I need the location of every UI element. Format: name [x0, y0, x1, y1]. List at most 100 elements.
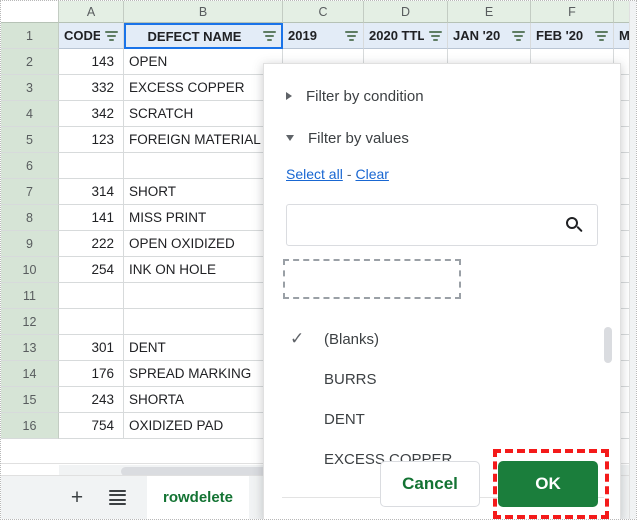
filter-value-label: BURRS — [324, 371, 377, 388]
column-header-f[interactable]: F — [531, 1, 614, 23]
header-label-code: CODE — [64, 28, 100, 43]
cell-defect-name[interactable]: SHORTA — [124, 387, 283, 413]
row-header-9[interactable]: 9 — [1, 231, 59, 257]
search-icon[interactable] — [566, 217, 583, 234]
cell-code[interactable]: 123 — [59, 127, 124, 153]
header-label-defect-name: DEFECT NAME — [131, 29, 258, 44]
cell-defect-name[interactable]: DENT — [124, 335, 283, 361]
cell-defect-name[interactable]: MISS PRINT — [124, 205, 283, 231]
filter-value-label: DENT — [324, 411, 365, 428]
filter-dropdown-panel: Filter by condition Filter by values Sel… — [263, 63, 621, 520]
cell-defect-name[interactable]: OXIDIZED PAD — [124, 413, 283, 439]
header-cell-feb-20[interactable]: FEB '20 — [531, 23, 614, 49]
row-header-3[interactable]: 3 — [1, 75, 59, 101]
sheet-tab-rowdelete[interactable]: rowdelete — [147, 476, 249, 520]
all-sheets-button[interactable] — [97, 478, 137, 518]
select-all-corner[interactable] — [1, 1, 59, 23]
cell-code[interactable]: 141 — [59, 205, 124, 231]
row-header-12[interactable]: 12 — [1, 309, 59, 335]
cancel-button[interactable]: Cancel — [380, 461, 480, 507]
select-all-clear-links: Select all-Clear — [264, 156, 620, 182]
row-header-7[interactable]: 7 — [1, 179, 59, 205]
triangle-down-icon — [286, 135, 294, 141]
header-cell-code[interactable]: CODE — [59, 23, 124, 49]
cell-code[interactable]: 143 — [59, 49, 124, 75]
filter-icon-feb-20[interactable] — [595, 30, 608, 42]
cell-defect-name[interactable]: SHORT — [124, 179, 283, 205]
header-label-2020-ttl: 2020 TTL — [369, 28, 424, 43]
cell-defect-name[interactable]: OPEN OXIDIZED — [124, 231, 283, 257]
select-all-link[interactable]: Select all — [286, 166, 343, 182]
links-separator: - — [347, 166, 352, 182]
column-header-c[interactable]: C — [283, 1, 364, 23]
cell-code[interactable] — [59, 309, 124, 335]
cell-code[interactable]: 176 — [59, 361, 124, 387]
clear-link[interactable]: Clear — [355, 166, 388, 182]
row-header-1[interactable]: 1 — [1, 23, 59, 49]
row-header-8[interactable]: 8 — [1, 205, 59, 231]
header-label-2019: 2019 — [288, 28, 340, 43]
row-header-10[interactable]: 10 — [1, 257, 59, 283]
column-header-e[interactable]: E — [448, 1, 531, 23]
header-cell-jan-20[interactable]: JAN '20 — [448, 23, 531, 49]
column-header-row: A B C D E F — [1, 1, 637, 23]
triangle-right-icon — [286, 92, 292, 100]
cell-defect-name[interactable] — [124, 153, 283, 179]
row-header-6[interactable]: 6 — [1, 153, 59, 179]
filter-icon-2019[interactable] — [345, 30, 358, 42]
filter-icon-defect-name[interactable] — [263, 30, 276, 42]
column-header-b[interactable]: B — [124, 1, 283, 23]
cell-defect-name[interactable] — [124, 309, 283, 335]
cell-code[interactable]: 754 — [59, 413, 124, 439]
right-edge-band — [629, 1, 636, 520]
filter-icon-jan-20[interactable] — [512, 30, 525, 42]
header-cell-defect-name[interactable]: DEFECT NAME — [124, 23, 283, 49]
cell-code[interactable]: 243 — [59, 387, 124, 413]
hamburger-icon — [109, 487, 126, 508]
cell-defect-name[interactable]: SCRATCH — [124, 101, 283, 127]
cell-code[interactable] — [59, 283, 124, 309]
cell-defect-name[interactable]: FOREIGN MATERIAL — [124, 127, 283, 153]
cell-code[interactable]: 222 — [59, 231, 124, 257]
filter-by-condition-label: Filter by condition — [306, 88, 424, 105]
cell-defect-name[interactable]: EXCESS COPPER — [124, 75, 283, 101]
row-header-4[interactable]: 4 — [1, 101, 59, 127]
cell-defect-name[interactable] — [124, 283, 283, 309]
filter-value-item[interactable]: BURRS — [264, 359, 622, 399]
row-header-11[interactable]: 11 — [1, 283, 59, 309]
row-header-2[interactable]: 2 — [1, 49, 59, 75]
cell-code[interactable]: 314 — [59, 179, 124, 205]
row-header-5[interactable]: 5 — [1, 127, 59, 153]
cell-defect-name[interactable]: INK ON HOLE — [124, 257, 283, 283]
filter-search-input[interactable] — [287, 205, 566, 245]
add-sheet-button[interactable]: + — [57, 478, 97, 518]
filter-by-condition-row[interactable]: Filter by condition — [264, 78, 620, 114]
filter-search-box[interactable] — [286, 204, 598, 246]
cell-code[interactable]: 332 — [59, 75, 124, 101]
cell-defect-name[interactable]: OPEN — [124, 49, 283, 75]
header-cell-2020-ttl[interactable]: 2020 TTL — [364, 23, 448, 49]
row-header-13[interactable]: 13 — [1, 335, 59, 361]
filter-icon-2020-ttl[interactable] — [429, 30, 442, 42]
filter-icon-code[interactable] — [105, 30, 118, 42]
column-header-a[interactable]: A — [59, 1, 124, 23]
filter-value-item[interactable]: ✓(Blanks) — [264, 319, 622, 359]
row-header-15[interactable]: 15 — [1, 387, 59, 413]
header-cell-2019[interactable]: 2019 — [283, 23, 364, 49]
filter-by-values-label: Filter by values — [308, 130, 409, 147]
row-header-14[interactable]: 14 — [1, 361, 59, 387]
filter-by-values-row[interactable]: Filter by values — [264, 120, 620, 156]
cell-defect-name[interactable]: SPREAD MARKING — [124, 361, 283, 387]
cell-code[interactable]: 254 — [59, 257, 124, 283]
filter-value-item[interactable]: DENT — [264, 399, 622, 439]
spreadsheet-app: A B C D E F 1 CODE DEFECT NAME 2019 — [0, 0, 637, 520]
row-header-16[interactable]: 16 — [1, 413, 59, 439]
column-header-d[interactable]: D — [364, 1, 448, 23]
ok-button[interactable]: OK — [498, 461, 598, 507]
cell-code[interactable]: 342 — [59, 101, 124, 127]
checkmark-icon[interactable]: ✓ — [286, 329, 324, 349]
cell-code[interactable] — [59, 153, 124, 179]
filter-list-scrollbar-thumb[interactable] — [604, 327, 612, 363]
cell-code[interactable]: 301 — [59, 335, 124, 361]
header-label-feb-20: FEB '20 — [536, 28, 590, 43]
